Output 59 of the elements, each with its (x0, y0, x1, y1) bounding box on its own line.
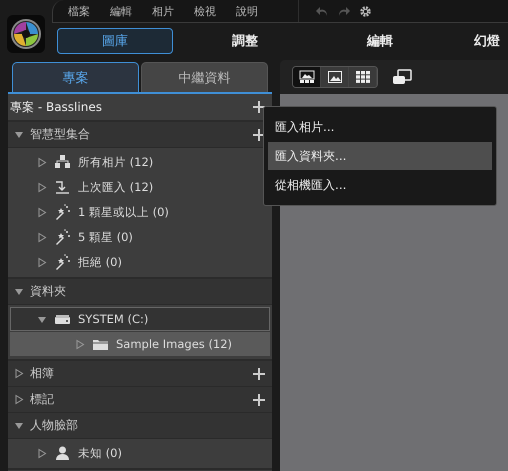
add-button[interactable] (252, 366, 266, 380)
menu-item[interactable]: 檔案 (68, 4, 90, 18)
expand-icon[interactable] (14, 368, 24, 379)
image-view-icon (326, 70, 342, 84)
tree-item[interactable]: Sample Images (12) (10, 332, 270, 356)
module-tab[interactable]: 調整 (179, 28, 311, 54)
collapse-icon[interactable] (14, 420, 24, 431)
hierarchy-icon (54, 154, 71, 170)
collapse-icon[interactable] (14, 286, 24, 297)
tree-item[interactable]: SYSTEM (C:) (10, 307, 270, 331)
grid-view-icon (354, 70, 370, 84)
module-tab[interactable]: 幻燈 (449, 28, 501, 54)
menu-item[interactable]: 檢視 (194, 4, 216, 18)
expand-icon[interactable] (37, 232, 47, 242)
panel-tab[interactable]: 專案 (12, 62, 139, 92)
magic-wand-icon (54, 254, 71, 270)
tree-item[interactable]: 1 顆星或以上 (0) (10, 200, 270, 224)
person-icon (54, 445, 71, 461)
magic-wand-icon (54, 204, 71, 220)
menu-item[interactable]: 匯入資料夾... (268, 142, 492, 170)
expand-icon[interactable] (37, 448, 47, 458)
view-mode-button[interactable] (293, 67, 321, 87)
section-header[interactable]: 人物臉部 (8, 413, 272, 439)
expand-icon[interactable] (75, 338, 85, 350)
module-tab[interactable]: 圖庫 (57, 28, 173, 54)
filmstrip-view-icon (298, 70, 314, 84)
view-mode-button[interactable] (321, 67, 349, 87)
panel-tab[interactable]: 中繼資料 (141, 62, 268, 92)
menu-item[interactable]: 從相機匯入... (268, 171, 492, 199)
menu-item[interactable]: 相片 (152, 4, 174, 18)
expand-icon[interactable] (37, 182, 47, 192)
section-header[interactable]: 相簿 (8, 361, 272, 387)
section-header[interactable]: 資料夾 (8, 279, 272, 305)
settings-icon[interactable] (359, 4, 372, 18)
collapse-icon[interactable] (14, 129, 24, 140)
screen-icon[interactable] (392, 69, 412, 85)
menu-item[interactable]: 編輯 (110, 4, 132, 18)
tree-item[interactable]: 上次匯入 (12) (10, 175, 270, 199)
tree-item[interactable]: 拒絕 (0) (10, 250, 270, 274)
import-arrow-icon (54, 179, 71, 195)
app-logo (7, 15, 45, 53)
tree-item[interactable]: 所有相片 (12) (10, 150, 270, 174)
undo-icon[interactable] (315, 5, 329, 17)
module-tab[interactable]: 編輯 (314, 28, 446, 54)
add-button[interactable] (252, 100, 266, 114)
expand-icon[interactable] (14, 394, 24, 405)
add-button[interactable] (252, 128, 266, 142)
magic-wand-icon (54, 229, 71, 245)
view-mode-switch[interactable] (292, 66, 378, 88)
expand-icon[interactable] (37, 156, 47, 168)
redo-icon[interactable] (337, 5, 351, 17)
menu-item[interactable]: 說明 (236, 4, 258, 18)
expand-icon[interactable] (37, 206, 47, 218)
tree-item[interactable]: 5 顆星 (0) (10, 225, 270, 249)
section-header[interactable]: 標記 (8, 387, 272, 413)
expand-icon[interactable] (37, 256, 47, 268)
tree-item[interactable]: 未知 (0) (10, 441, 270, 465)
view-mode-button[interactable] (349, 67, 377, 87)
add-button[interactable] (252, 392, 266, 406)
